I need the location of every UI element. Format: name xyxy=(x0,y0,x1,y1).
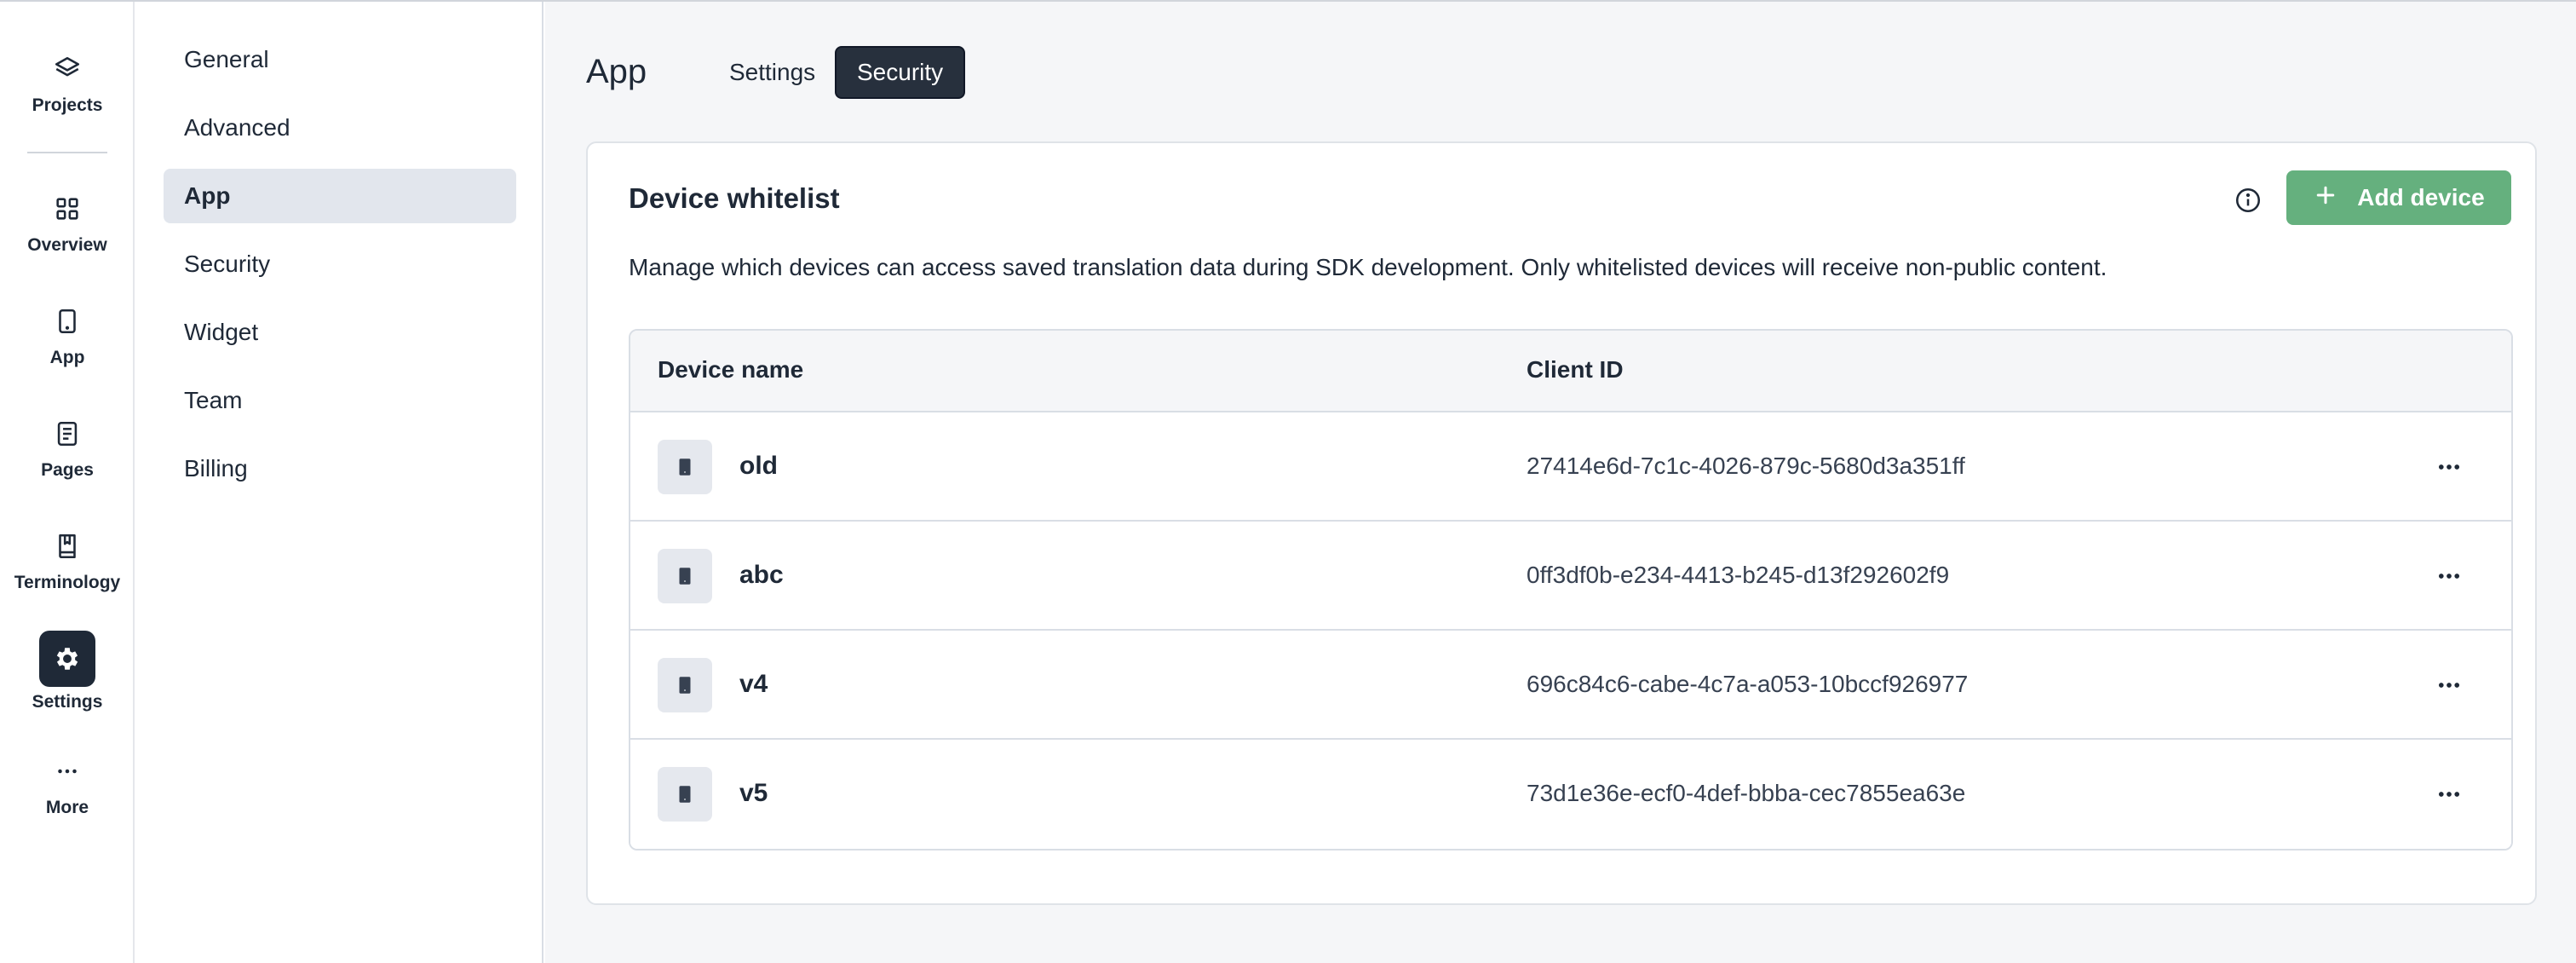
phone-icon xyxy=(39,293,95,349)
grid-icon xyxy=(39,181,95,237)
rail-item-overview[interactable]: Overview xyxy=(0,181,135,274)
main-content: App Settings Security Device whitelist A… xyxy=(545,2,2576,963)
device-icon xyxy=(658,440,712,494)
client-id: 27414e6d-7c1c-4026-879c-5680d3a351ff xyxy=(1527,453,1965,479)
rail-label: Terminology xyxy=(14,573,121,592)
primary-rail: Projects Overview App Pages Terminology … xyxy=(0,2,135,963)
card-title: Device whitelist xyxy=(629,182,840,214)
more-icon xyxy=(39,743,95,799)
rail-label: More xyxy=(45,798,89,817)
table-row: v5 73d1e36e-ecf0-4def-bbba-cec7855ea63e xyxy=(630,740,2511,849)
document-icon xyxy=(39,406,95,462)
subnav-item-billing[interactable]: Billing xyxy=(164,441,516,496)
table-row: v4 696c84c6-cabe-4c7a-a053-10bccf926977 xyxy=(630,631,2511,740)
card-description: Manage which devices can access saved tr… xyxy=(629,254,2107,280)
info-icon[interactable] xyxy=(2232,184,2264,216)
rail-item-terminology[interactable]: Terminology xyxy=(0,518,135,612)
rail-item-more[interactable]: More xyxy=(0,743,135,837)
device-icon xyxy=(658,549,712,603)
device-name: v4 xyxy=(739,670,768,698)
column-header-device-name: Device name xyxy=(658,356,804,383)
add-device-label: Add device xyxy=(2357,184,2485,210)
device-name: old xyxy=(739,452,778,480)
add-device-button[interactable]: Add device xyxy=(2286,170,2511,225)
page-title: App xyxy=(586,53,647,90)
rail-item-projects[interactable]: Projects xyxy=(0,41,135,135)
device-name: abc xyxy=(739,561,784,589)
client-id: 696c84c6-cabe-4c7a-a053-10bccf926977 xyxy=(1527,671,1969,697)
row-more-icon[interactable] xyxy=(2428,774,2470,815)
subnav-item-team[interactable]: Team xyxy=(164,373,516,428)
tab-security[interactable]: Security xyxy=(835,46,966,99)
device-icon xyxy=(658,767,712,822)
subnav-item-advanced[interactable]: Advanced xyxy=(164,101,516,155)
row-more-icon[interactable] xyxy=(2428,556,2470,597)
subnav-item-security[interactable]: Security xyxy=(164,237,516,291)
table-row: old 27414e6d-7c1c-4026-879c-5680d3a351ff xyxy=(630,412,2511,522)
rail-item-app[interactable]: App xyxy=(0,293,135,387)
rail-label: App xyxy=(49,348,85,367)
layers-icon xyxy=(39,41,95,97)
subnav-item-widget[interactable]: Widget xyxy=(164,305,516,360)
client-id: 0ff3df0b-e234-4413-b245-d13f292602f9 xyxy=(1527,562,1950,588)
row-more-icon[interactable] xyxy=(2428,665,2470,706)
device-table: Device name Client ID old 27414e6d-7c1c-… xyxy=(629,329,2513,851)
subnav-item-general[interactable]: General xyxy=(164,32,516,87)
rail-label: Settings xyxy=(32,692,103,712)
device-whitelist-card: Device whitelist Add device Manage which… xyxy=(586,141,2537,905)
column-header-client-id: Client ID xyxy=(1527,356,1624,383)
rail-label: Pages xyxy=(41,460,94,480)
client-id: 73d1e36e-ecf0-4def-bbba-cec7855ea63e xyxy=(1527,780,1966,806)
rail-divider xyxy=(27,152,107,153)
table-header: Device name Client ID xyxy=(630,331,2511,412)
plus-icon xyxy=(2313,182,2338,214)
rail-item-pages[interactable]: Pages xyxy=(0,406,135,499)
device-name: v5 xyxy=(739,779,768,807)
row-more-icon[interactable] xyxy=(2428,447,2470,487)
rail-label: Overview xyxy=(27,235,107,255)
settings-subnav: General Advanced App Security Widget Tea… xyxy=(136,2,543,963)
table-row: abc 0ff3df0b-e234-4413-b245-d13f292602f9 xyxy=(630,522,2511,631)
book-icon xyxy=(39,518,95,574)
subnav-item-app[interactable]: App xyxy=(164,169,516,223)
device-icon xyxy=(658,658,712,712)
rail-label: Projects xyxy=(32,95,103,115)
rail-item-settings[interactable]: Settings xyxy=(0,631,135,724)
app-window: Projects Overview App Pages Terminology … xyxy=(0,0,2576,963)
tab-settings[interactable]: Settings xyxy=(709,46,836,99)
gear-icon xyxy=(39,631,95,687)
